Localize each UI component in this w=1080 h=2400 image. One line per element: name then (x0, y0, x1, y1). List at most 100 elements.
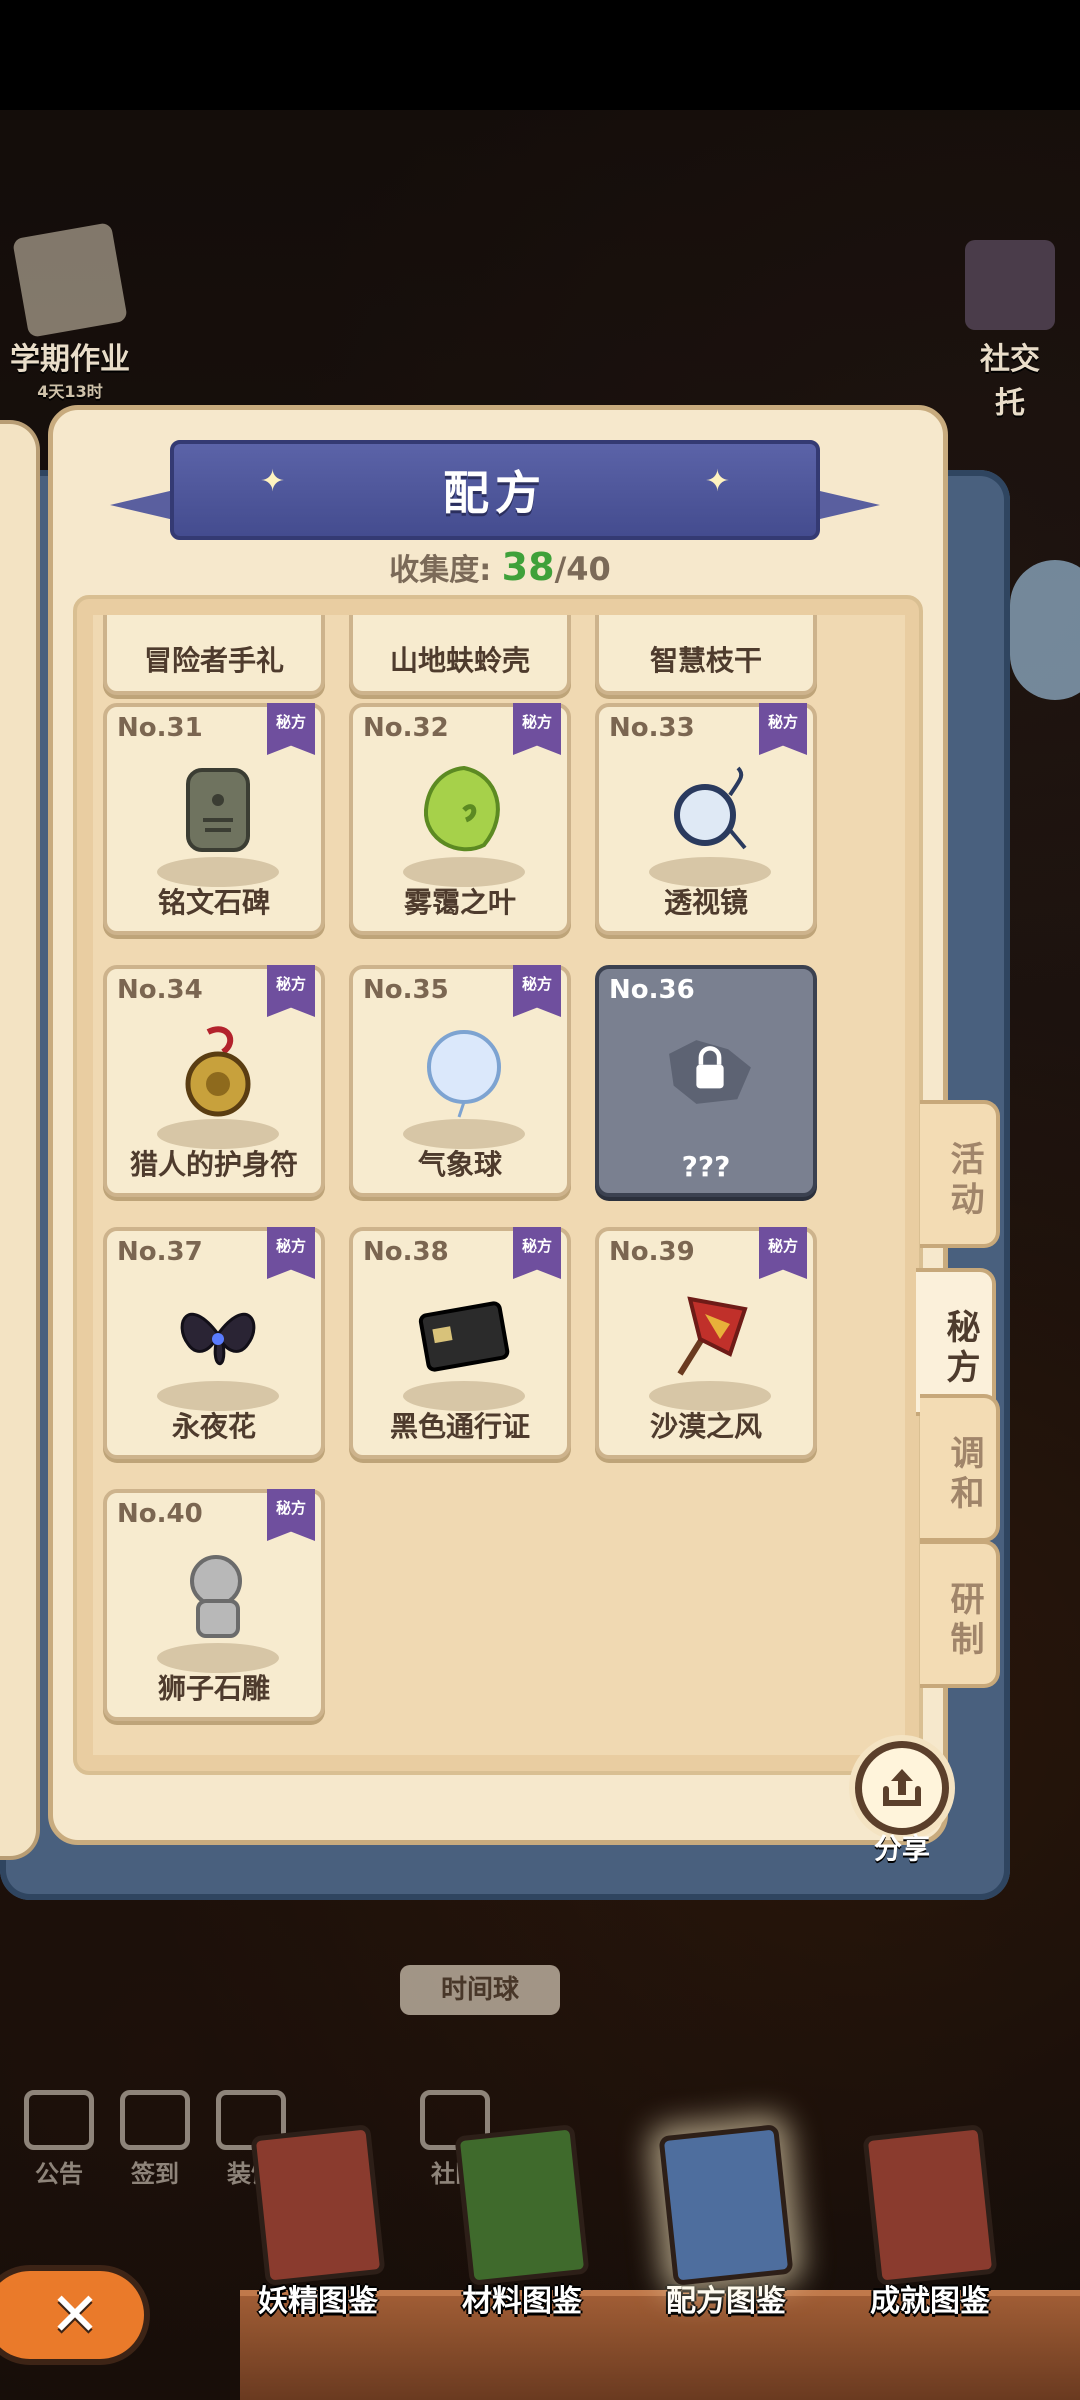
recipe-card[interactable]: No.31 秘方铭文石碑 (103, 703, 325, 935)
share-label: 分享 (873, 1832, 930, 1865)
recipe-card-partial[interactable]: 智慧枝干 (595, 615, 817, 695)
recipe-name: 沙漠之风 (649, 1410, 762, 1443)
recipe-number: No.40 (117, 1499, 203, 1529)
dark-flower-icon (168, 1279, 268, 1389)
recipe-number: No.36 (609, 975, 695, 1005)
nav-label: 妖精图鉴 (258, 2284, 378, 2319)
material-book-icon (454, 2124, 590, 2286)
secret-recipe-badge: 秘方 (759, 1227, 807, 1279)
stone-tablet-icon (168, 755, 268, 865)
notice-button[interactable]: 公告 (14, 2090, 104, 2189)
status-bar (0, 0, 1080, 110)
recipe-name: 猎人的护身符 (129, 1148, 298, 1181)
recipe-book-page: 冒险者手礼 山地蚨蛉壳 智慧枝干 No.31 秘方 铭文石碑 No.32 秘方 雾霭之叶 N… (48, 405, 948, 1845)
recipe-name: 智慧枝干 (649, 644, 762, 677)
social-sub-label: 托 (995, 386, 1025, 421)
recipe-card[interactable]: No.32 秘方雾霭之叶 (349, 703, 571, 935)
recipe-name: 冒险者手礼 (143, 644, 284, 677)
recipe-card[interactable]: No.40 秘方 狮子石雕 (103, 1489, 325, 1721)
recipe-name: 铭文石碑 (157, 886, 270, 919)
recipe-number: No.31 (117, 713, 203, 743)
nav-material-encyclopedia[interactable]: 材料图鉴 (442, 2124, 602, 2320)
collection-label: 收集度: (389, 553, 492, 588)
recipe-number: No.37 (117, 1237, 203, 1267)
nav-fairy-encyclopedia[interactable]: 妖精图鉴 (238, 2124, 398, 2320)
recipe-name: ??? (681, 1150, 731, 1183)
recipe-name: 雾霭之叶 (403, 886, 516, 919)
tab-label: 秘方 (940, 1309, 980, 1389)
tab-blend[interactable]: 调和 (920, 1394, 1000, 1542)
close-button[interactable]: ✕ (0, 2265, 150, 2365)
social-label: 社交 (980, 342, 1040, 377)
fairy-book-icon (250, 2124, 386, 2286)
recipe-card[interactable]: No.36??? (595, 965, 817, 1197)
recipe-number: No.33 (609, 713, 695, 743)
tab-activity[interactable]: 活动 (920, 1100, 1000, 1248)
lock-icon (660, 1017, 760, 1127)
floating-badge[interactable] (1010, 560, 1080, 700)
star-icon: ✦ (260, 464, 286, 499)
amulet-icon (168, 1017, 268, 1127)
checkin-label: 签到 (131, 2160, 179, 2188)
recipe-name: 透视镜 (663, 886, 748, 919)
share-icon (862, 1748, 942, 1828)
tab-label: 研制 (944, 1581, 984, 1661)
semester-homework-label: 学期作业 (10, 342, 130, 377)
notice-icon (24, 2090, 94, 2150)
book-left-page (0, 420, 40, 1860)
recipe-number: No.34 (117, 975, 203, 1005)
recipe-number: No.32 (363, 713, 449, 743)
nav-achievement-encyclopedia[interactable]: 成就图鉴 (850, 2124, 1010, 2320)
calendar-icon (120, 2090, 190, 2150)
recipe-name: 山地蚨蛉壳 (389, 644, 530, 677)
collection-total: /40 (554, 550, 611, 588)
social-icon (965, 240, 1055, 330)
collection-progress: 收集度: 38/40 (0, 545, 1000, 589)
pass-card-icon (414, 1279, 514, 1389)
recipe-card-partial[interactable]: 山地蚨蛉壳 (349, 615, 571, 695)
recipe-name: 气象球 (417, 1148, 502, 1181)
lion-statue-icon (168, 1541, 268, 1651)
recipe-number: No.38 (363, 1237, 449, 1267)
recipe-book-icon (658, 2124, 794, 2286)
title-banner: 配方 ✦ ✦ (110, 430, 880, 550)
secret-recipe-badge: 秘方 (513, 1227, 561, 1279)
collection-count: 38 (501, 545, 555, 589)
recipe-number: No.35 (363, 975, 449, 1005)
flag-icon (660, 1279, 760, 1389)
recipe-card[interactable]: No.39 秘方沙漠之风 (595, 1227, 817, 1459)
nav-label: 配方图鉴 (666, 2284, 786, 2319)
checkin-button[interactable]: 签到 (110, 2090, 200, 2189)
semester-homework-timer: 4天13时 (37, 382, 103, 401)
nav-recipe-encyclopedia[interactable]: 配方图鉴 (646, 2124, 806, 2320)
monocle-icon (660, 755, 760, 865)
leaf-icon (414, 755, 514, 865)
recipe-name: 永夜花 (171, 1410, 256, 1443)
nav-label: 材料图鉴 (462, 2284, 582, 2319)
close-icon: ✕ (49, 2280, 101, 2350)
star-icon: ✦ (704, 464, 730, 499)
recipe-number: No.39 (609, 1237, 695, 1267)
recipe-card[interactable]: No.38 秘方 黑色通行证 (349, 1227, 571, 1459)
secret-recipe-badge: 秘方 (267, 1489, 315, 1541)
notice-label: 公告 (35, 2160, 83, 2188)
recipe-card[interactable]: No.33 秘方 透视镜 (595, 703, 817, 935)
tab-research[interactable]: 研制 (920, 1540, 1000, 1688)
recipe-card[interactable]: No.35 秘方气象球 (349, 965, 571, 1197)
nav-label: 成就图鉴 (870, 2284, 990, 2319)
secret-recipe-badge: 秘方 (267, 703, 315, 755)
tab-label: 调和 (944, 1435, 984, 1515)
semester-homework-button[interactable]: 学期作业 4天13时 (10, 222, 130, 402)
tab-label: 活动 (944, 1141, 984, 1221)
recipe-card-partial[interactable]: 冒险者手礼 (103, 615, 325, 695)
recipe-card[interactable]: No.37 秘方永夜花 (103, 1227, 325, 1459)
recipe-grid[interactable]: 冒险者手礼 山地蚨蛉壳 智慧枝干 No.31 秘方 铭文石碑 No.32 秘方 雾霭之叶 N… (93, 615, 905, 1755)
secret-recipe-badge: 秘方 (513, 965, 561, 1017)
secret-recipe-badge: 秘方 (267, 1227, 315, 1279)
time-ball-label: 时间球 (400, 1965, 560, 2015)
recipe-card[interactable]: No.34 秘方 猎人的护身符 (103, 965, 325, 1197)
secret-recipe-badge: 秘方 (513, 703, 561, 755)
share-button[interactable]: 分享 (842, 1735, 962, 1865)
homework-icon (12, 222, 128, 338)
social-button[interactable]: 社交 托 (950, 240, 1070, 422)
